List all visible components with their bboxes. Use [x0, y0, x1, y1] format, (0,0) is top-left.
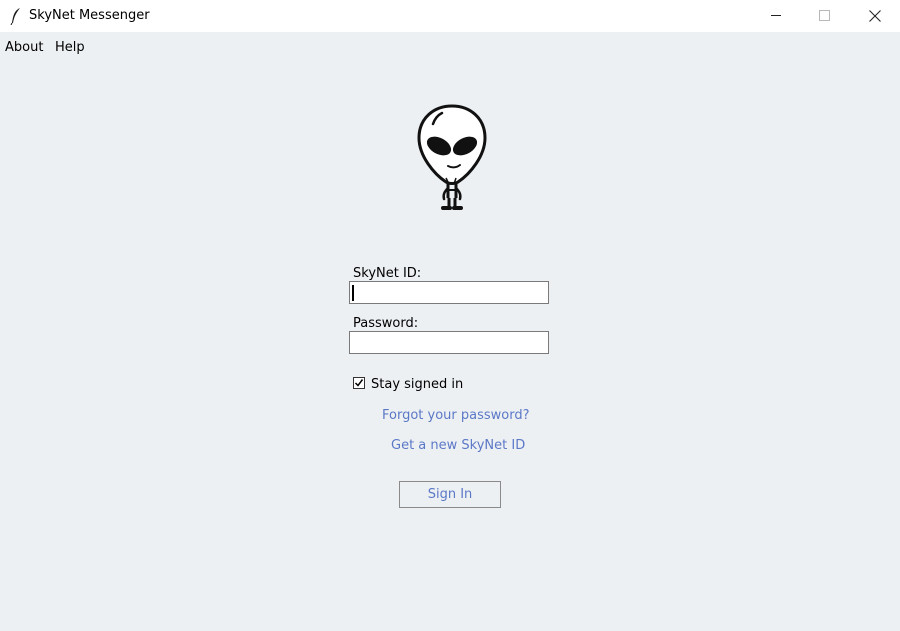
menu-about[interactable]: About [5, 40, 43, 55]
password-label: Password: [353, 316, 419, 331]
menu-bar: About Help [0, 32, 900, 62]
skynet-id-label: SkyNet ID: [353, 266, 422, 281]
feather-icon [10, 8, 20, 25]
alien-icon [417, 104, 487, 210]
close-icon [869, 10, 881, 22]
new-skynet-id-link[interactable]: Get a new SkyNet ID [391, 438, 525, 453]
text-caret [352, 285, 354, 301]
title-bar[interactable]: SkyNet Messenger [0, 0, 900, 32]
minimize-button[interactable] [753, 0, 799, 32]
forgot-password-link[interactable]: Forgot your password? [382, 408, 530, 423]
maximize-icon [819, 10, 830, 21]
checkmark-icon [354, 379, 364, 387]
skynet-id-field[interactable] [349, 281, 549, 304]
password-field[interactable] [349, 331, 549, 354]
maximize-button[interactable] [802, 0, 848, 32]
menu-help[interactable]: Help [55, 40, 85, 55]
sign-in-button[interactable]: Sign In [399, 481, 501, 508]
minimize-icon [771, 15, 781, 16]
stay-signed-in-label[interactable]: Stay signed in [371, 377, 463, 392]
close-button[interactable] [852, 0, 898, 32]
stay-signed-in-checkbox[interactable] [353, 377, 365, 389]
window-title: SkyNet Messenger [29, 8, 150, 23]
